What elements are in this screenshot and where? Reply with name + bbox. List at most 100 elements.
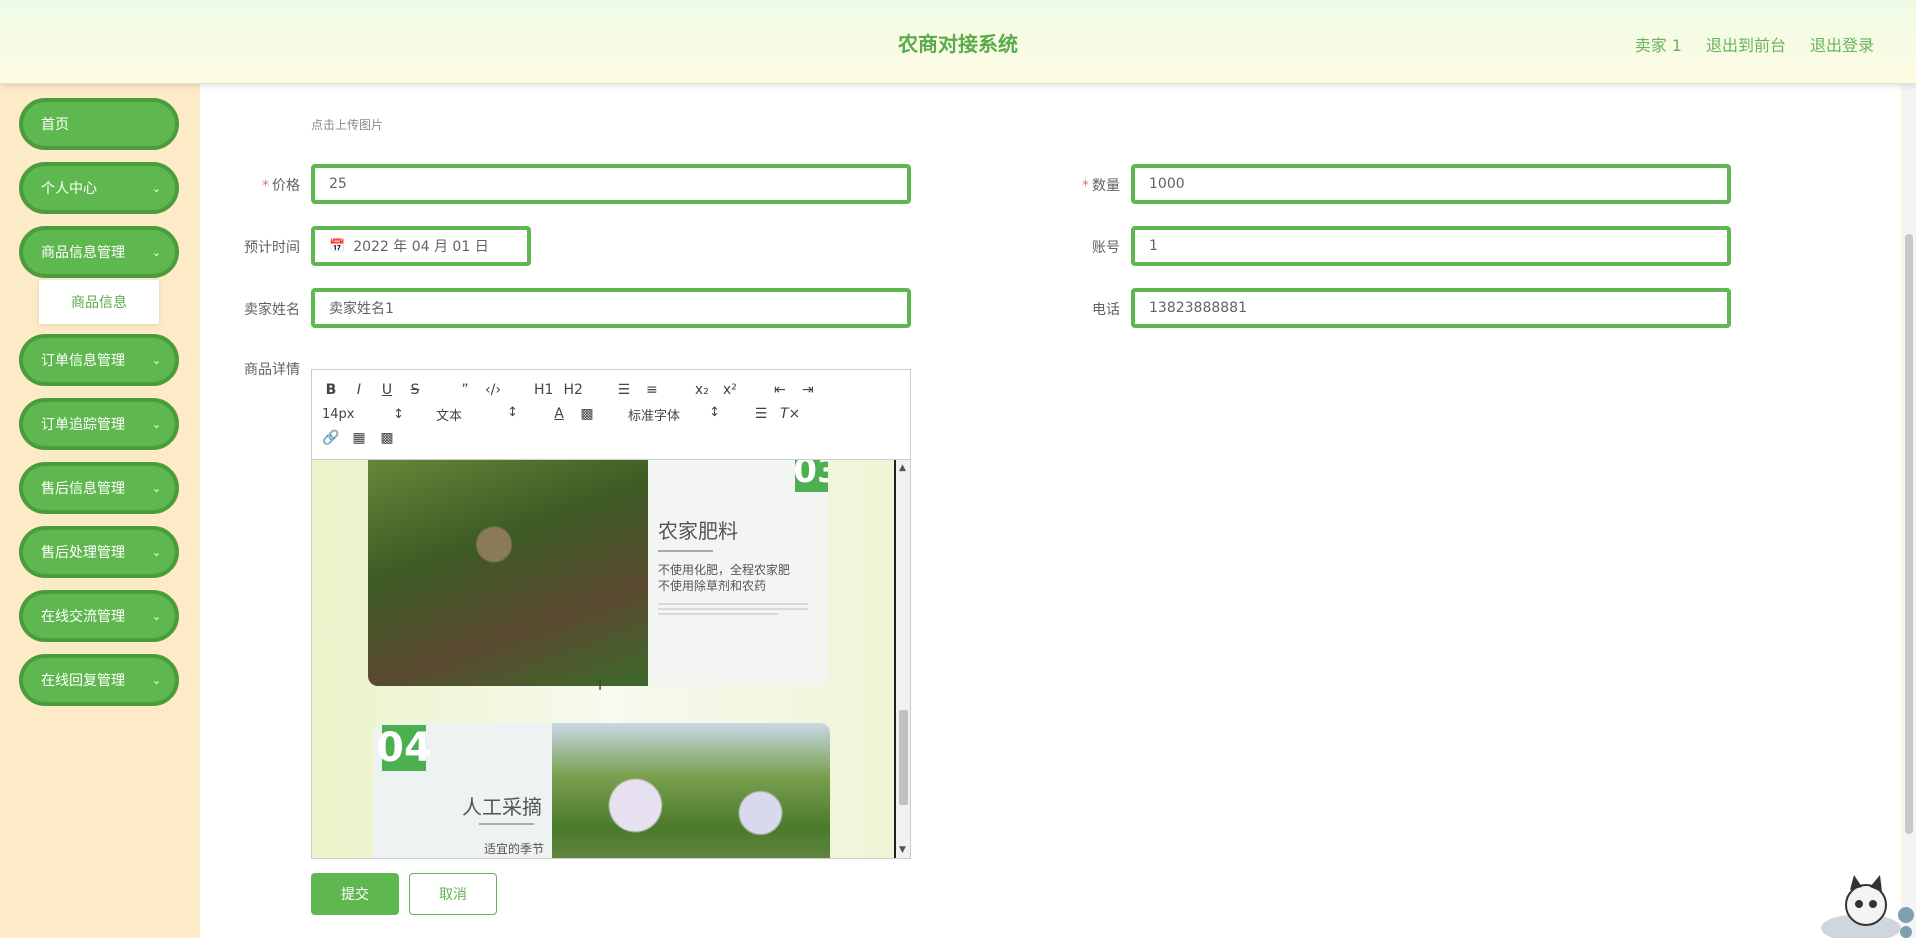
card-text: 不使用除草剂和农药 <box>658 579 767 593</box>
submit-button[interactable]: 提交 <box>311 873 399 915</box>
header1-button[interactable]: H1 <box>534 382 553 398</box>
sidebar-item-label: 订单信息管理 <box>41 353 125 369</box>
chevron-down-icon: ⌄ <box>151 246 161 259</box>
text-cursor-icon: I <box>598 678 603 694</box>
account-input[interactable]: 1 <box>1131 226 1731 266</box>
sidebar-item-label: 售后处理管理 <box>41 545 125 561</box>
required-star: * <box>262 178 269 194</box>
code-block-icon[interactable]: ‹/› <box>484 382 502 398</box>
sidebar-item-aftersale-handling[interactable]: 售后处理管理 ⌄ <box>19 526 179 578</box>
sidebar-item-online-chat[interactable]: 在线交流管理 ⌄ <box>19 590 179 642</box>
price-label: * 价格 <box>262 178 300 194</box>
editor-toolbar: B I U S ” ‹/› H1 H2 ☰ ≡ x₂ x² ⇤ ⇥ 14px ↕… <box>312 370 910 460</box>
scroll-down-icon[interactable]: ▼ <box>899 845 906 855</box>
font-size-select[interactable]: 14px ↕ <box>322 407 404 422</box>
card-divider <box>479 823 534 825</box>
card-number-badge: 03 <box>793 460 828 492</box>
sidebar-item-label: 首页 <box>41 117 69 133</box>
indent-icon[interactable]: ⇥ <box>799 382 817 398</box>
text-type-select[interactable]: 文本 ↕ <box>436 405 518 424</box>
bullet-list-icon[interactable]: ≡ <box>643 382 661 398</box>
sidebar-item-label: 售后信息管理 <box>41 481 125 497</box>
chevron-down-icon: ⌄ <box>151 354 161 367</box>
required-star: * <box>1082 178 1089 194</box>
scroll-up-icon[interactable]: ▲ <box>899 463 906 473</box>
price-input[interactable]: 25 <box>311 164 911 204</box>
link-icon[interactable]: 🔗 <box>322 430 340 446</box>
logout-link[interactable]: 退出登录 <box>1810 32 1874 56</box>
card-number-badge: 04 <box>376 725 432 771</box>
chevron-down-icon: ⌄ <box>151 546 161 559</box>
mascot-icon <box>1806 870 1916 938</box>
current-user: 卖家 1 <box>1634 36 1682 55</box>
toolbar-row: 🔗 ▦ ▩ <box>322 426 900 450</box>
select-arrows-icon: ↕ <box>709 404 720 420</box>
select-arrows-icon: ↕ <box>507 404 518 420</box>
phone-label: 电话 <box>1092 302 1120 318</box>
chevron-down-icon: ⌄ <box>151 482 161 495</box>
ordered-list-icon[interactable]: ☰ <box>615 382 633 398</box>
phone-input[interactable]: 13823888881 <box>1131 288 1731 328</box>
card-title: 人工采摘 <box>462 795 542 819</box>
expected-time-label: 预计时间 <box>244 240 300 256</box>
select-arrows-icon: ↕ <box>393 406 404 422</box>
sidebar: 首页 个人中心 ⌄ 商品信息管理 ⌄ 商品信息 订单信息管理 ⌄ 订单追踪管理 … <box>0 84 200 938</box>
editor-scrollbar[interactable]: ▲ ▼ <box>894 460 910 858</box>
superscript-button[interactable]: x² <box>721 382 739 398</box>
toolbar-row: 14px ↕ 文本 ↕ A ▩ 标准字体 ↕ ☰ T× <box>322 402 900 426</box>
sidebar-item-label: 商品信息管理 <box>41 245 125 261</box>
header-actions: 卖家 1 退出到前台 退出登录 <box>1635 32 1874 56</box>
italic-button[interactable]: I <box>350 382 368 398</box>
image-icon[interactable]: ▦ <box>350 430 368 446</box>
chevron-down-icon: ⌄ <box>151 418 161 431</box>
sidebar-item-aftersale-info[interactable]: 售后信息管理 ⌄ <box>19 462 179 514</box>
submenu-item-product-info[interactable]: 商品信息 <box>39 280 159 324</box>
content-card-fertilizer: 03 农家肥料 不使用化肥，全程农家肥 不使用除草剂和农药 <box>368 460 828 686</box>
align-icon[interactable]: ☰ <box>752 406 770 422</box>
back-to-front-link[interactable]: 退出到前台 <box>1706 32 1786 56</box>
sidebar-item-online-reply[interactable]: 在线回复管理 ⌄ <box>19 654 179 706</box>
video-icon[interactable]: ▩ <box>378 430 396 446</box>
underline-button[interactable]: U <box>378 382 396 398</box>
content-card-picking: 04 人工采摘 适宜的季节 <box>374 723 830 858</box>
sidebar-item-order-tracking[interactable]: 订单追踪管理 ⌄ <box>19 398 179 450</box>
sidebar-item-label: 在线交流管理 <box>41 609 125 625</box>
page-scrollbar[interactable] <box>1902 84 1916 938</box>
font-family-select[interactable]: 标准字体 ↕ <box>628 405 720 424</box>
sidebar-item-personal-center[interactable]: 个人中心 ⌄ <box>19 162 179 214</box>
sidebar-item-label: 订单追踪管理 <box>41 417 125 433</box>
upload-image-hint[interactable]: 点击上传图片 <box>311 116 383 133</box>
scroll-thumb[interactable] <box>899 710 908 805</box>
editor-content[interactable]: 03 农家肥料 不使用化肥，全程农家肥 不使用除草剂和农药 04 人工采摘 适宜… <box>312 460 910 858</box>
picking-photo <box>552 723 830 858</box>
sidebar-item-order-management[interactable]: 订单信息管理 ⌄ <box>19 334 179 386</box>
quantity-label: * 数量 <box>1082 178 1120 194</box>
card-divider <box>658 550 713 552</box>
sidebar-item-home[interactable]: 首页 <box>19 98 179 150</box>
rich-text-editor[interactable]: B I U S ” ‹/› H1 H2 ☰ ≡ x₂ x² ⇤ ⇥ 14px ↕… <box>311 369 911 859</box>
seller-name-label: 卖家姓名 <box>244 302 300 318</box>
sidebar-item-product-management[interactable]: 商品信息管理 ⌄ <box>19 226 179 278</box>
card-fine-print <box>658 600 808 618</box>
subscript-button[interactable]: x₂ <box>693 382 711 398</box>
account-label: 账号 <box>1092 240 1120 256</box>
strike-button[interactable]: S <box>406 382 424 398</box>
toolbar-row: B I U S ” ‹/› H1 H2 ☰ ≡ x₂ x² ⇤ ⇥ <box>322 378 900 402</box>
seller-name-input[interactable]: 卖家姓名1 <box>311 288 911 328</box>
page-scroll-thumb[interactable] <box>1905 234 1913 834</box>
cancel-button[interactable]: 取消 <box>409 873 497 915</box>
header2-button[interactable]: H2 <box>563 382 582 398</box>
clear-format-icon[interactable]: T× <box>780 406 800 422</box>
blockquote-icon[interactable]: ” <box>456 382 474 398</box>
expected-time-datepicker[interactable]: 📅 2022 年 04 月 01 日 <box>311 226 531 266</box>
bold-button[interactable]: B <box>322 382 340 398</box>
details-label: 商品详情 <box>244 362 300 378</box>
sidebar-item-label: 个人中心 <box>41 181 97 197</box>
outdent-icon[interactable]: ⇤ <box>771 382 789 398</box>
card-title: 农家肥料 <box>658 519 738 543</box>
font-color-icon[interactable]: A <box>550 406 568 422</box>
app-title: 农商对接系统 <box>898 32 1018 56</box>
quantity-input[interactable]: 1000 <box>1131 164 1731 204</box>
background-color-icon[interactable]: ▩ <box>578 406 596 422</box>
main-form-area: 点击上传图片 * 价格 25 * 数量 1000 预计时间 📅 2022 年 04 … <box>200 84 1900 938</box>
